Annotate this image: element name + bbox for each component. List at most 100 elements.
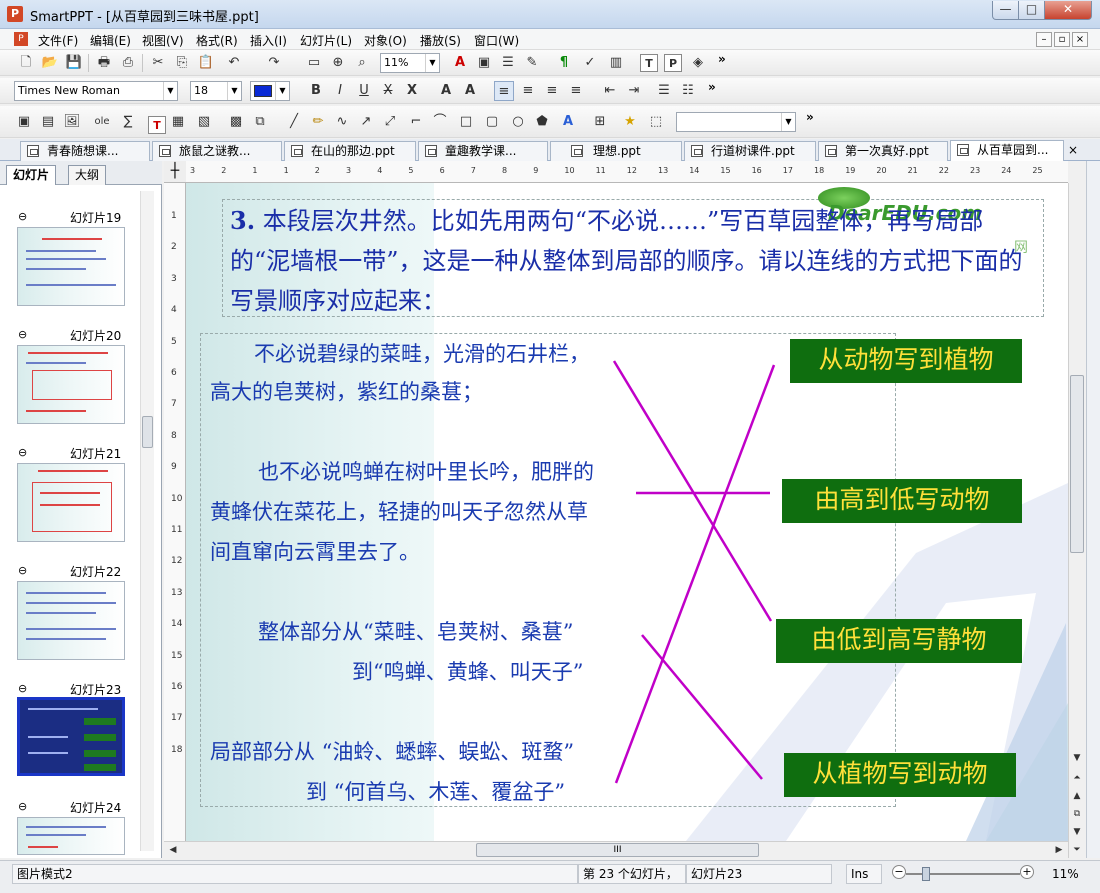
curve-connector-icon[interactable]: ⌒ bbox=[430, 112, 450, 132]
spell-check-icon[interactable]: ✓ bbox=[580, 53, 600, 73]
align-center-icon[interactable]: ≡ bbox=[518, 81, 538, 101]
list-icon[interactable]: ☰ bbox=[498, 53, 518, 73]
paragraph-mark-icon[interactable]: ¶ bbox=[554, 53, 574, 73]
bold-icon[interactable]: B bbox=[306, 81, 326, 101]
tab-document-2[interactable]: 旅鼠之谜教... bbox=[152, 141, 282, 161]
slide-template-icon[interactable]: ▩ bbox=[226, 112, 246, 132]
print-icon[interactable]: 🖶 bbox=[94, 53, 114, 73]
strikethrough-icon[interactable]: X bbox=[378, 81, 398, 101]
save-icon[interactable]: 💾 bbox=[64, 53, 84, 73]
grow-font-icon[interactable]: A bbox=[436, 81, 456, 101]
menu-window[interactable]: 窗口(W) bbox=[474, 32, 519, 49]
underline-icon[interactable]: U bbox=[354, 81, 374, 101]
pencil-icon[interactable]: ✏ bbox=[308, 112, 328, 132]
first-slide-icon[interactable]: ⏶ bbox=[1070, 771, 1084, 785]
canvas-vertical-scroll-thumb[interactable] bbox=[1070, 375, 1084, 553]
arrow-icon[interactable]: ↗ bbox=[356, 112, 376, 132]
connector-icon[interactable]: ⤢ bbox=[380, 112, 400, 132]
menu-view[interactable]: 视图(V) bbox=[142, 32, 184, 49]
undo-icon[interactable]: ↶ bbox=[224, 53, 244, 73]
font-name-combo[interactable]: Times New Roman ▼ bbox=[14, 81, 178, 101]
zoom-slider-knob[interactable] bbox=[922, 867, 930, 881]
chevron-down-icon[interactable]: ▼ bbox=[275, 82, 289, 100]
zoom-in-icon[interactable]: ⊕ bbox=[328, 53, 348, 73]
menu-slide[interactable]: 幻灯片(L) bbox=[300, 32, 352, 49]
font-color-combo[interactable]: ▼ bbox=[250, 81, 290, 101]
picture-icon[interactable]: 🖼 bbox=[62, 112, 82, 132]
scroll-left-icon[interactable]: ◀ bbox=[166, 843, 180, 857]
previous-slide-icon[interactable]: ▲ bbox=[1070, 789, 1084, 803]
zoom-out-icon[interactable]: − bbox=[892, 865, 906, 879]
tab-document-1[interactable]: 青春随想课... bbox=[20, 141, 150, 161]
tab-document-4[interactable]: 童趣教学课... bbox=[418, 141, 548, 161]
decrease-indent-icon[interactable]: ⇤ bbox=[600, 81, 620, 101]
tab-outline[interactable]: 大纲 bbox=[68, 165, 107, 185]
rectangle-icon[interactable]: □ bbox=[456, 112, 476, 132]
answer-box-1[interactable]: 从动物写到植物 bbox=[790, 339, 1022, 383]
pdf-icon[interactable]: ⎙ bbox=[118, 53, 138, 73]
tab-document-3[interactable]: 在山的那边.ppt bbox=[284, 141, 416, 161]
shapes-icon[interactable]: ⬟ bbox=[532, 112, 552, 132]
slide-thumbnail-24[interactable] bbox=[17, 817, 125, 855]
justify-icon[interactable]: ≡ bbox=[566, 81, 586, 101]
slide-pane-scroll-thumb[interactable] bbox=[142, 416, 153, 448]
next-slide-icon[interactable]: ▼ bbox=[1070, 825, 1084, 839]
copy-icon[interactable]: ⎘ bbox=[172, 53, 192, 73]
text-style-icon[interactable]: A bbox=[450, 53, 470, 73]
zoom-in-button[interactable]: + bbox=[1020, 865, 1034, 879]
title-t-icon[interactable]: T bbox=[148, 116, 166, 134]
toolbar-more-button[interactable]: » bbox=[806, 110, 814, 124]
zoom-combo[interactable]: 11% ▼ bbox=[380, 53, 440, 73]
ellipse-icon[interactable]: ○ bbox=[508, 112, 528, 132]
slide-sorter-icon[interactable]: ⧉ bbox=[1070, 807, 1084, 821]
open-icon[interactable]: 📂 bbox=[40, 53, 60, 73]
mdi-restore-button[interactable]: ▫ bbox=[1054, 32, 1070, 47]
find-icon[interactable]: ⌕ bbox=[352, 53, 372, 73]
text-frame-icon[interactable]: ▣ bbox=[14, 112, 34, 132]
chevron-down-icon[interactable]: ▼ bbox=[227, 82, 241, 100]
tab-document-5[interactable]: 理想.ppt bbox=[550, 141, 682, 161]
package-icon[interactable]: ◈ bbox=[688, 53, 708, 73]
style-combo[interactable]: ▼ bbox=[676, 112, 796, 132]
wordart-icon[interactable]: A bbox=[558, 112, 578, 132]
tab-document-6[interactable]: 行道树课件.ppt bbox=[684, 141, 816, 161]
slide-thumbnail-23[interactable] bbox=[17, 697, 125, 776]
star-icon[interactable]: ★ bbox=[620, 112, 640, 132]
toolbar-more-button[interactable]: » bbox=[708, 80, 716, 94]
font-size-combo[interactable]: 18 ▼ bbox=[190, 81, 242, 101]
canvas-horizontal-scroll-thumb[interactable]: III bbox=[476, 843, 759, 857]
shrink-font-icon[interactable]: A bbox=[460, 81, 480, 101]
chevron-down-icon[interactable]: ▼ bbox=[781, 113, 795, 131]
menu-object[interactable]: 对象(O) bbox=[364, 32, 407, 49]
mdi-minimize-button[interactable]: – bbox=[1036, 32, 1052, 47]
answer-box-2[interactable]: 由高到低写动物 bbox=[782, 479, 1022, 523]
answer-box-4[interactable]: 从植物写到动物 bbox=[784, 753, 1016, 797]
scroll-down-icon[interactable]: ▼ bbox=[1070, 751, 1084, 765]
align-left-icon[interactable]: ≡ bbox=[494, 81, 514, 101]
new-icon[interactable]: 🗋 bbox=[16, 53, 36, 73]
slide-thumbnail-19[interactable] bbox=[17, 227, 125, 306]
vertical-text-icon[interactable]: ▤ bbox=[38, 112, 58, 132]
cut-icon[interactable]: ✂ bbox=[148, 53, 168, 73]
insert-picture-icon[interactable]: ▣ bbox=[474, 53, 494, 73]
paste-icon[interactable]: 📋 bbox=[196, 53, 216, 73]
tab-slides[interactable]: 幻灯片 bbox=[6, 165, 57, 185]
chart-icon[interactable]: ▥ bbox=[606, 53, 626, 73]
line-icon[interactable]: ╱ bbox=[284, 112, 304, 132]
toolbar-more-button[interactable]: » bbox=[718, 52, 726, 66]
menu-insert[interactable]: 插入(I) bbox=[250, 32, 287, 49]
tab-document-8[interactable]: 从百草园到... bbox=[950, 140, 1064, 161]
frame-icon[interactable]: ▧ bbox=[194, 112, 214, 132]
canvas-vertical-scrollbar[interactable]: ▼ ⏶ ▲ ⧉ ▼ ⏷ bbox=[1068, 183, 1085, 858]
mdi-close-button[interactable]: × bbox=[1072, 32, 1088, 47]
right-splitter[interactable] bbox=[1086, 161, 1100, 858]
curve-icon[interactable]: ∿ bbox=[332, 112, 352, 132]
minimize-button[interactable]: — bbox=[992, 1, 1019, 20]
rounded-rect-icon[interactable]: ▢ bbox=[482, 112, 502, 132]
canvas-horizontal-scrollbar[interactable]: ◀ III ▶ bbox=[164, 841, 1068, 858]
scroll-right-icon[interactable]: ▶ bbox=[1052, 843, 1066, 857]
redo-icon[interactable]: ↷ bbox=[264, 53, 284, 73]
slide-thumbnail-20[interactable] bbox=[17, 345, 125, 424]
format-painter-icon[interactable]: ✎ bbox=[522, 53, 542, 73]
last-slide-icon[interactable]: ⏷ bbox=[1070, 843, 1084, 857]
